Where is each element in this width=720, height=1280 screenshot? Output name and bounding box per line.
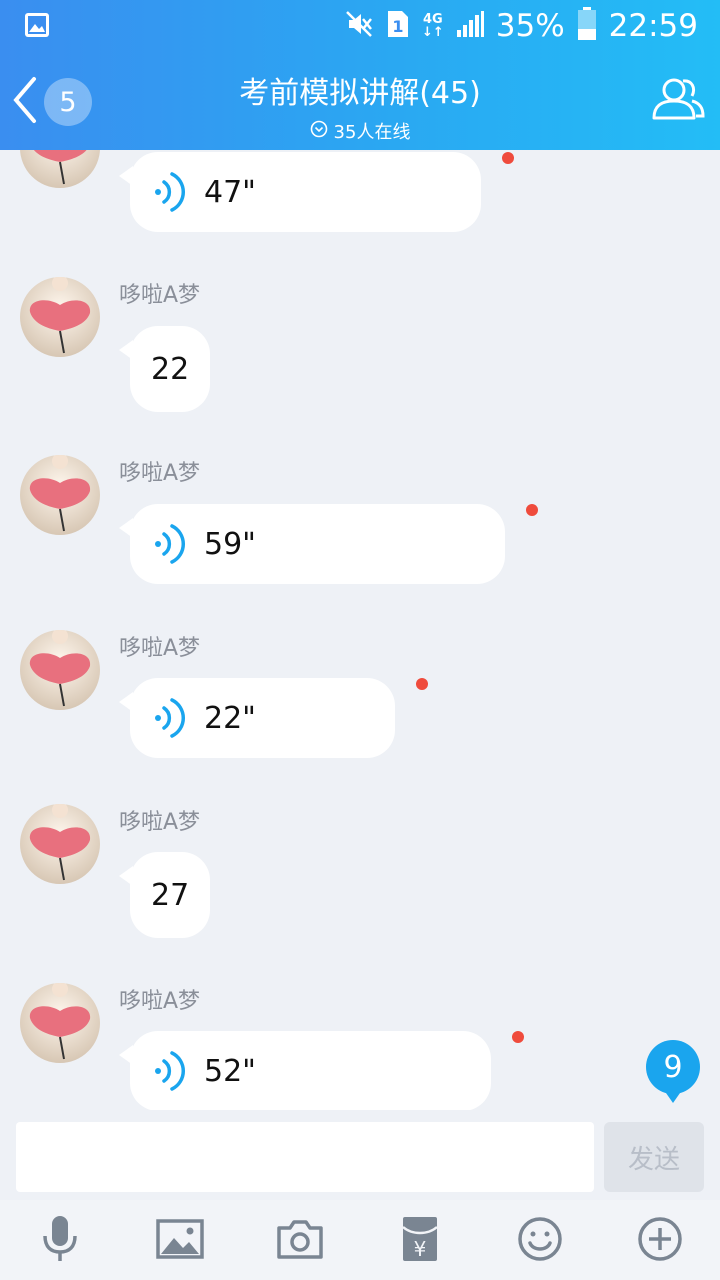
voice-message[interactable]: 22": [119, 678, 395, 758]
red-packet-icon[interactable]: ¥: [395, 1214, 445, 1264]
sim-icon: 1: [386, 9, 410, 43]
avatar[interactable]: [20, 455, 100, 535]
voice-wave-icon: [155, 698, 185, 738]
chevron-circle-down-icon: [310, 120, 328, 143]
voice-duration: 52": [204, 1053, 256, 1089]
unread-dot: [512, 1031, 524, 1043]
title-bar: 5 考前模拟讲解(45) 35人在线: [0, 50, 720, 150]
avatar[interactable]: [20, 150, 100, 188]
chat-title: 考前模拟讲解(45): [239, 76, 481, 111]
input-toolbar: ¥: [0, 1200, 720, 1280]
plus-icon[interactable]: [635, 1214, 685, 1264]
voice-wave-icon: [155, 172, 185, 212]
text-message[interactable]: 27: [118, 852, 211, 938]
online-status[interactable]: 35人在线: [160, 118, 560, 144]
chevron-left-icon: [10, 75, 40, 129]
signal-icon: [456, 10, 484, 42]
unread-count-badge: 5: [44, 78, 92, 126]
voice-message[interactable]: 47": [119, 152, 481, 232]
unread-dot: [416, 678, 428, 690]
online-count: 35人在线: [333, 122, 411, 143]
image-icon[interactable]: [155, 1214, 205, 1264]
mic-icon[interactable]: [35, 1214, 85, 1264]
voice-duration: 59": [204, 526, 256, 562]
message-text: 27: [151, 877, 190, 913]
sender-name: 哆啦A梦: [119, 461, 201, 486]
back-button[interactable]: 5: [10, 74, 106, 130]
muted-icon: [344, 9, 374, 43]
camera-icon[interactable]: [275, 1214, 325, 1264]
sender-name: 哆啦A梦: [119, 989, 201, 1014]
sender-name: 哆啦A梦: [119, 283, 201, 308]
unread-dot: [526, 504, 538, 516]
voice-wave-icon: [155, 524, 185, 564]
message-text: 22: [151, 351, 190, 387]
input-bar: 发送: [0, 1110, 720, 1200]
voice-message[interactable]: 59": [119, 504, 505, 584]
users-icon: [650, 78, 706, 130]
voice-duration: 47": [204, 174, 256, 210]
avatar[interactable]: [20, 983, 100, 1063]
emoji-icon[interactable]: [515, 1214, 565, 1264]
voice-duration: 22": [204, 700, 256, 736]
avatar[interactable]: [20, 630, 100, 710]
group-members-button[interactable]: [650, 74, 706, 126]
new-messages-badge[interactable]: 9: [646, 1040, 700, 1103]
voice-message[interactable]: 52": [119, 1031, 491, 1110]
unread-dot: [502, 152, 514, 164]
avatar[interactable]: [20, 804, 100, 884]
battery-percent: 35%: [495, 8, 565, 44]
gallery-notification-icon: [24, 12, 50, 42]
clock: 22:59: [608, 8, 698, 44]
text-message[interactable]: 22: [118, 326, 211, 412]
avatar[interactable]: [20, 277, 100, 357]
svg-text:¥: ¥: [414, 1237, 427, 1261]
header: 1 4G ↓↑ 35% 22:59 5 考前模拟讲解(45) 35人在线: [0, 0, 720, 150]
send-button[interactable]: 发送: [604, 1122, 704, 1192]
sender-name: 哆啦A梦: [119, 810, 201, 835]
network-type: 4G ↓↑: [421, 12, 444, 40]
chat-area[interactable]: 47" 哆啦A梦 22 哆啦A梦 59" 哆啦A梦 22" 哆啦A梦 27 哆啦…: [0, 150, 720, 1110]
svg-text:1: 1: [392, 17, 403, 36]
battery-icon: [577, 7, 597, 45]
message-input[interactable]: [16, 1122, 594, 1192]
status-bar: 1 4G ↓↑ 35% 22:59: [0, 0, 720, 50]
voice-wave-icon: [155, 1051, 185, 1091]
sender-name: 哆啦A梦: [119, 636, 201, 661]
